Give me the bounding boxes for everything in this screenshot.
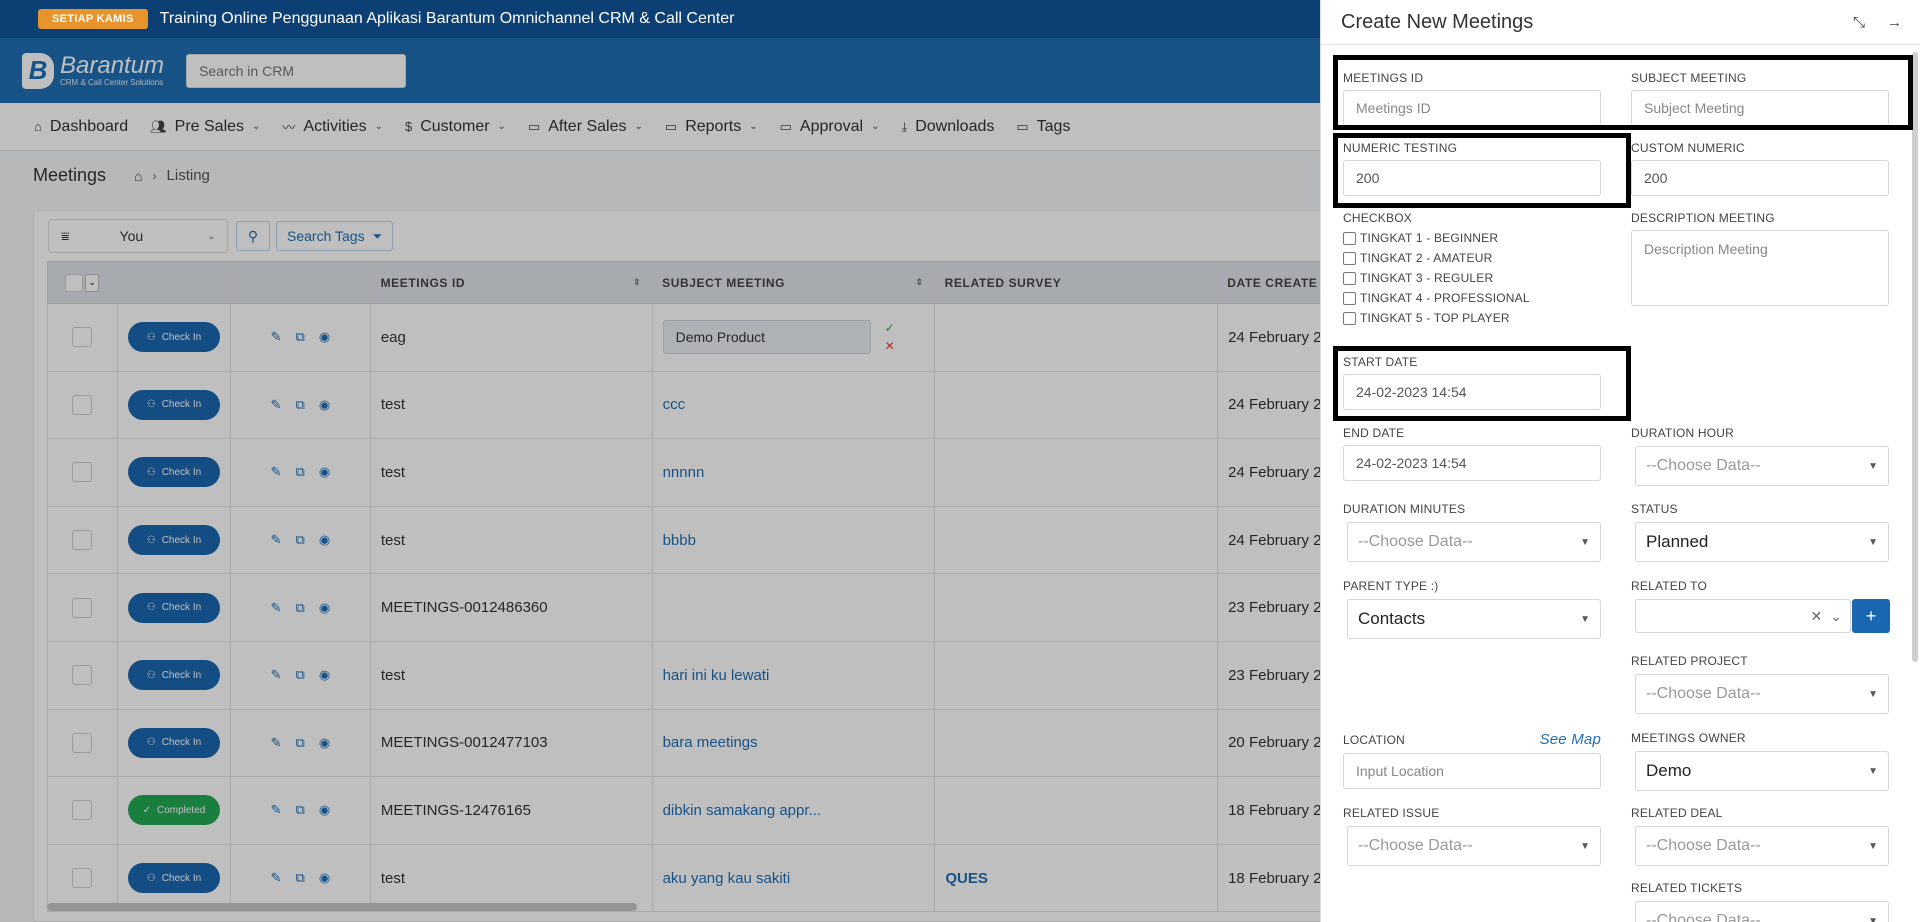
related-tickets-select[interactable]: --Choose Data-- ▼ [1635, 901, 1889, 922]
duration-hour-label: DURATION HOUR [1631, 426, 1735, 440]
duration-minutes-select[interactable]: --Choose Data-- ▼ [1347, 522, 1601, 562]
banner-badge: SETIAP KAMIS [38, 9, 148, 29]
related-issue-label: RELATED ISSUE [1343, 806, 1440, 820]
close-panel-icon[interactable]: → [1887, 14, 1902, 31]
create-meeting-panel: Create New Meetings ⤡ → MEETINGS ID Meet… [1320, 0, 1920, 922]
chevron-down-icon[interactable]: ⌄ [1830, 608, 1842, 625]
panel-title: Create New Meetings [1341, 10, 1534, 33]
add-related-button[interactable]: + [1852, 599, 1890, 633]
caret-down-icon: ▼ [1868, 915, 1878, 922]
end-date-label: END DATE [1343, 426, 1405, 440]
modal-backdrop[interactable] [0, 38, 1320, 922]
expand-icon[interactable]: ⤡ [1853, 14, 1865, 31]
parent-type-label: PARENT TYPE :) [1343, 579, 1439, 593]
checkbox-group: CHECKBOX TINGKAT 1 - BEGINNER TINGKAT 2 … [1343, 211, 1530, 325]
checkbox-option[interactable]: TINGKAT 4 - PROFESSIONAL [1343, 291, 1530, 305]
custom-numeric-input[interactable]: 200 [1631, 160, 1889, 196]
highlight-box [1333, 133, 1631, 208]
related-to-select[interactable]: ✕ ⌄ [1635, 599, 1851, 633]
description-textarea[interactable]: Description Meeting [1631, 230, 1889, 306]
caret-down-icon: ▼ [1868, 840, 1878, 852]
parent-type-select[interactable]: Contacts ▼ [1347, 599, 1601, 639]
custom-numeric-label: CUSTOM NUMERIC [1631, 141, 1745, 155]
caret-down-icon: ▼ [1580, 840, 1590, 852]
related-issue-select[interactable]: --Choose Data-- ▼ [1347, 826, 1601, 866]
status-select[interactable]: Planned ▼ [1635, 522, 1889, 562]
banner-text[interactable]: Training Online Penggunaan Aplikasi Bara… [160, 10, 735, 28]
related-project-select[interactable]: --Choose Data-- ▼ [1635, 674, 1889, 714]
related-deal-label: RELATED DEAL [1631, 806, 1723, 820]
related-tickets-label: RELATED TICKETS [1631, 881, 1743, 895]
checkbox-option[interactable]: TINGKAT 2 - AMATEUR [1343, 251, 1530, 265]
see-map-link[interactable]: See Map [1540, 731, 1601, 748]
related-to-label: RELATED TO [1631, 579, 1708, 593]
caret-down-icon: ▼ [1580, 536, 1590, 548]
checkbox-option[interactable]: TINGKAT 5 - TOP PLAYER [1343, 311, 1530, 325]
checkbox-option[interactable]: TINGKAT 1 - BEGINNER [1343, 231, 1530, 245]
caret-down-icon: ▼ [1868, 688, 1878, 700]
clear-icon[interactable]: ✕ [1811, 608, 1823, 625]
highlight-box [1333, 346, 1631, 421]
description-label: DESCRIPTION MEETING [1631, 211, 1775, 225]
related-project-label: RELATED PROJECT [1631, 654, 1748, 668]
status-label: STATUS [1631, 502, 1678, 516]
location-label: LOCATION [1343, 732, 1406, 747]
meetings-owner-label: MEETINGS OWNER [1631, 731, 1746, 745]
caret-down-icon: ▼ [1580, 613, 1590, 625]
checkbox-label: CHECKBOX [1343, 211, 1412, 225]
duration-minutes-label: DURATION MINUTES [1343, 502, 1466, 516]
caret-down-icon: ▼ [1868, 460, 1878, 472]
checkbox-option[interactable]: TINGKAT 3 - REGULER [1343, 271, 1530, 285]
duration-hour-select[interactable]: --Choose Data-- ▼ [1635, 446, 1889, 486]
plus-icon: + [1865, 605, 1877, 626]
vertical-scrollbar[interactable] [1912, 52, 1918, 662]
related-deal-select[interactable]: --Choose Data-- ▼ [1635, 826, 1889, 866]
highlight-box [1333, 55, 1913, 130]
caret-down-icon: ▼ [1868, 765, 1878, 777]
end-date-input[interactable]: 24-02-2023 14:54 [1343, 445, 1601, 481]
caret-down-icon: ▼ [1868, 536, 1878, 548]
location-input[interactable]: Input Location [1343, 753, 1601, 789]
meetings-owner-select[interactable]: Demo ▼ [1635, 751, 1889, 791]
